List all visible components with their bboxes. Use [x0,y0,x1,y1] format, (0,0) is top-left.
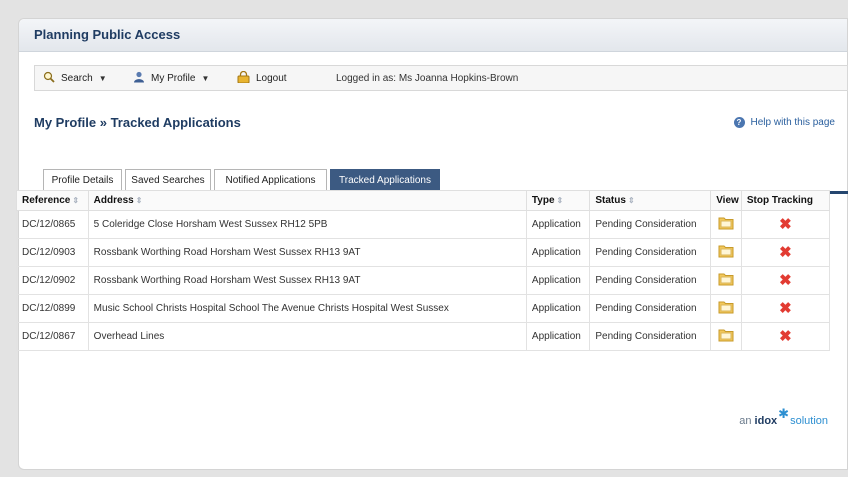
stop-tracking-cell: ✖ [740,238,831,267]
logo-suffix: solution [790,415,828,427]
table-row: DC/12/0902 Rossbank Worthing Road Horsha… [16,266,831,295]
view-cell [710,210,742,239]
stop-tracking-cell: ✖ [740,266,831,295]
search-label: Search [61,72,93,84]
search-icon [43,71,55,86]
stop-tracking-cell: ✖ [740,294,831,323]
app-title: Planning Public Access [34,27,181,42]
logo-star-icon: ✱ [778,406,790,421]
my-profile-menu[interactable]: My Profile ▼ [133,66,209,90]
status-cell: Pending Consideration [589,266,712,295]
reference-cell[interactable]: DC/12/0902 [16,266,89,295]
view-cell [710,266,742,295]
type-cell: Application [525,266,591,295]
address-cell: Rossbank Worthing Road Horsham West Suss… [87,238,527,267]
toolbar: Search ▼ My Profile ▼ Logout Logged in a… [34,65,848,91]
folder-icon[interactable] [718,328,734,345]
tab-tracked-applications[interactable]: Tracked Applications [330,169,440,191]
address-cell: 5 Coleridge Close Horsham West Sussex RH… [87,210,527,239]
view-cell [710,322,742,351]
lock-icon [237,70,250,86]
folder-icon[interactable] [718,272,734,289]
sort-icon: ⇕ [627,196,635,205]
reference-cell[interactable]: DC/12/0865 [16,210,89,239]
type-cell: Application [525,322,591,351]
search-menu[interactable]: Search ▼ [43,66,107,90]
logo-prefix: an [739,415,752,427]
column-header-reference[interactable]: Reference ⇕ [16,190,89,211]
status-cell: Pending Consideration [589,294,712,323]
my-profile-label: My Profile [151,72,196,84]
sort-icon: ⇕ [556,196,564,205]
close-icon[interactable]: ✖ [779,244,792,261]
column-header-stop-tracking: Stop Tracking [740,190,831,211]
tab-notified-applications[interactable]: Notified Applications [214,169,327,191]
reference-cell[interactable]: DC/12/0899 [16,294,89,323]
table-header-row: Reference ⇕ Address ⇕ Type ⇕ Status ⇕ View S… [16,190,831,211]
table-row: DC/12/0865 5 Coleridge Close Horsham Wes… [16,210,831,239]
header-bar: Planning Public Access [19,19,847,52]
dropdown-icon: ▼ [98,73,107,83]
stop-tracking-cell: ✖ [740,322,831,351]
logo-brand: idox [754,415,778,427]
view-cell [710,294,742,323]
status-cell: Pending Consideration [589,238,712,267]
type-cell: Application [525,210,591,239]
table-row: DC/12/0903 Rossbank Worthing Road Horsha… [16,238,831,267]
close-icon[interactable]: ✖ [779,216,792,233]
status-cell: Pending Consideration [589,210,712,239]
close-icon[interactable]: ✖ [779,272,792,289]
column-header-status[interactable]: Status ⇕ [589,190,712,211]
address-cell: Music School Christs Hospital School The… [87,294,527,323]
page-heading: My Profile » Tracked Applications [34,115,241,130]
tab-profile-details[interactable]: Profile Details [43,169,122,191]
stop-tracking-cell: ✖ [740,210,831,239]
type-cell: Application [525,238,591,267]
tracked-applications-table: Reference ⇕ Address ⇕ Type ⇕ Status ⇕ View S… [16,190,831,351]
folder-icon[interactable] [718,244,734,261]
sort-icon: ⇕ [135,196,143,205]
address-cell: Rossbank Worthing Road Horsham West Suss… [87,266,527,295]
folder-icon[interactable] [718,216,734,233]
close-icon[interactable]: ✖ [779,300,792,317]
logout-button[interactable]: Logout [237,66,287,90]
help-icon: ? [733,117,745,128]
reference-cell[interactable]: DC/12/0903 [16,238,89,267]
column-header-view: View [710,190,742,211]
view-cell [710,238,742,267]
help-link[interactable]: ? Help with this page [733,117,836,128]
type-cell: Application [525,294,591,323]
column-header-address[interactable]: Address ⇕ [87,190,527,211]
tab-saved-searches[interactable]: Saved Searches [125,169,211,191]
chevron-down-icon: ▼ [201,73,210,83]
table-row: DC/12/0867 Overhead Lines Application Pe… [16,322,831,351]
table-row: DC/12/0899 Music School Christs Hospital… [16,294,831,323]
user-icon [133,71,145,86]
help-label: Help with this page [750,117,836,128]
logged-in-text: Logged in as: Ms Joanna Hopkins-Brown [336,72,519,84]
reference-cell[interactable]: DC/12/0867 [16,322,89,351]
sort-icon: ⇕ [72,196,80,205]
status-cell: Pending Consideration [589,322,712,351]
address-cell: Overhead Lines [87,322,527,351]
column-header-type[interactable]: Type ⇕ [525,190,591,211]
close-icon[interactable]: ✖ [779,328,792,345]
idox-logo: an idox✱solution [739,406,828,428]
folder-icon[interactable] [718,300,734,317]
logout-label: Logout [256,72,287,84]
